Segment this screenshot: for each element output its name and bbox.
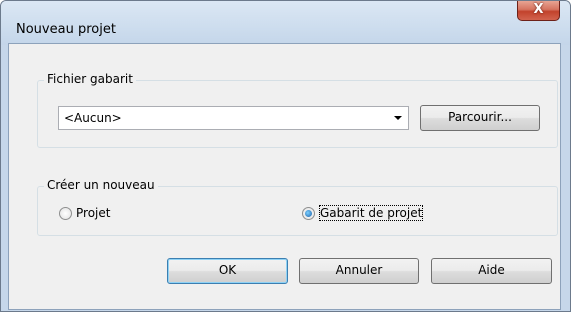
window-title: Nouveau projet — [16, 22, 116, 37]
create-new-group — [37, 186, 558, 236]
ok-button[interactable]: OK — [167, 258, 288, 284]
cancel-button[interactable]: Annuler — [299, 258, 419, 284]
chevron-down-icon[interactable] — [394, 116, 402, 120]
create-group-label: Créer un nouveau — [44, 178, 158, 192]
radio-project-template-label[interactable]: Gabarit de projet — [318, 205, 424, 221]
close-icon: X — [533, 2, 544, 17]
browse-button-label: Parcourir... — [448, 110, 512, 124]
template-group-label: Fichier gabarit — [44, 72, 136, 86]
cancel-button-label: Annuler — [335, 263, 383, 277]
radio-project-template[interactable] — [302, 207, 315, 220]
template-combo-value: <Aucun> — [64, 111, 122, 125]
close-button[interactable]: X — [517, 1, 560, 21]
ok-button-label: OK — [218, 263, 237, 277]
template-combobox[interactable]: <Aucun> — [58, 106, 409, 130]
browse-button[interactable]: Parcourir... — [420, 105, 540, 131]
help-button-label: Aide — [478, 263, 505, 277]
help-button[interactable]: Aide — [431, 258, 552, 284]
title-bar[interactable]: Nouveau projet X — [1, 1, 570, 45]
radio-project[interactable] — [59, 207, 72, 220]
radio-project-label[interactable]: Projet — [76, 206, 110, 220]
